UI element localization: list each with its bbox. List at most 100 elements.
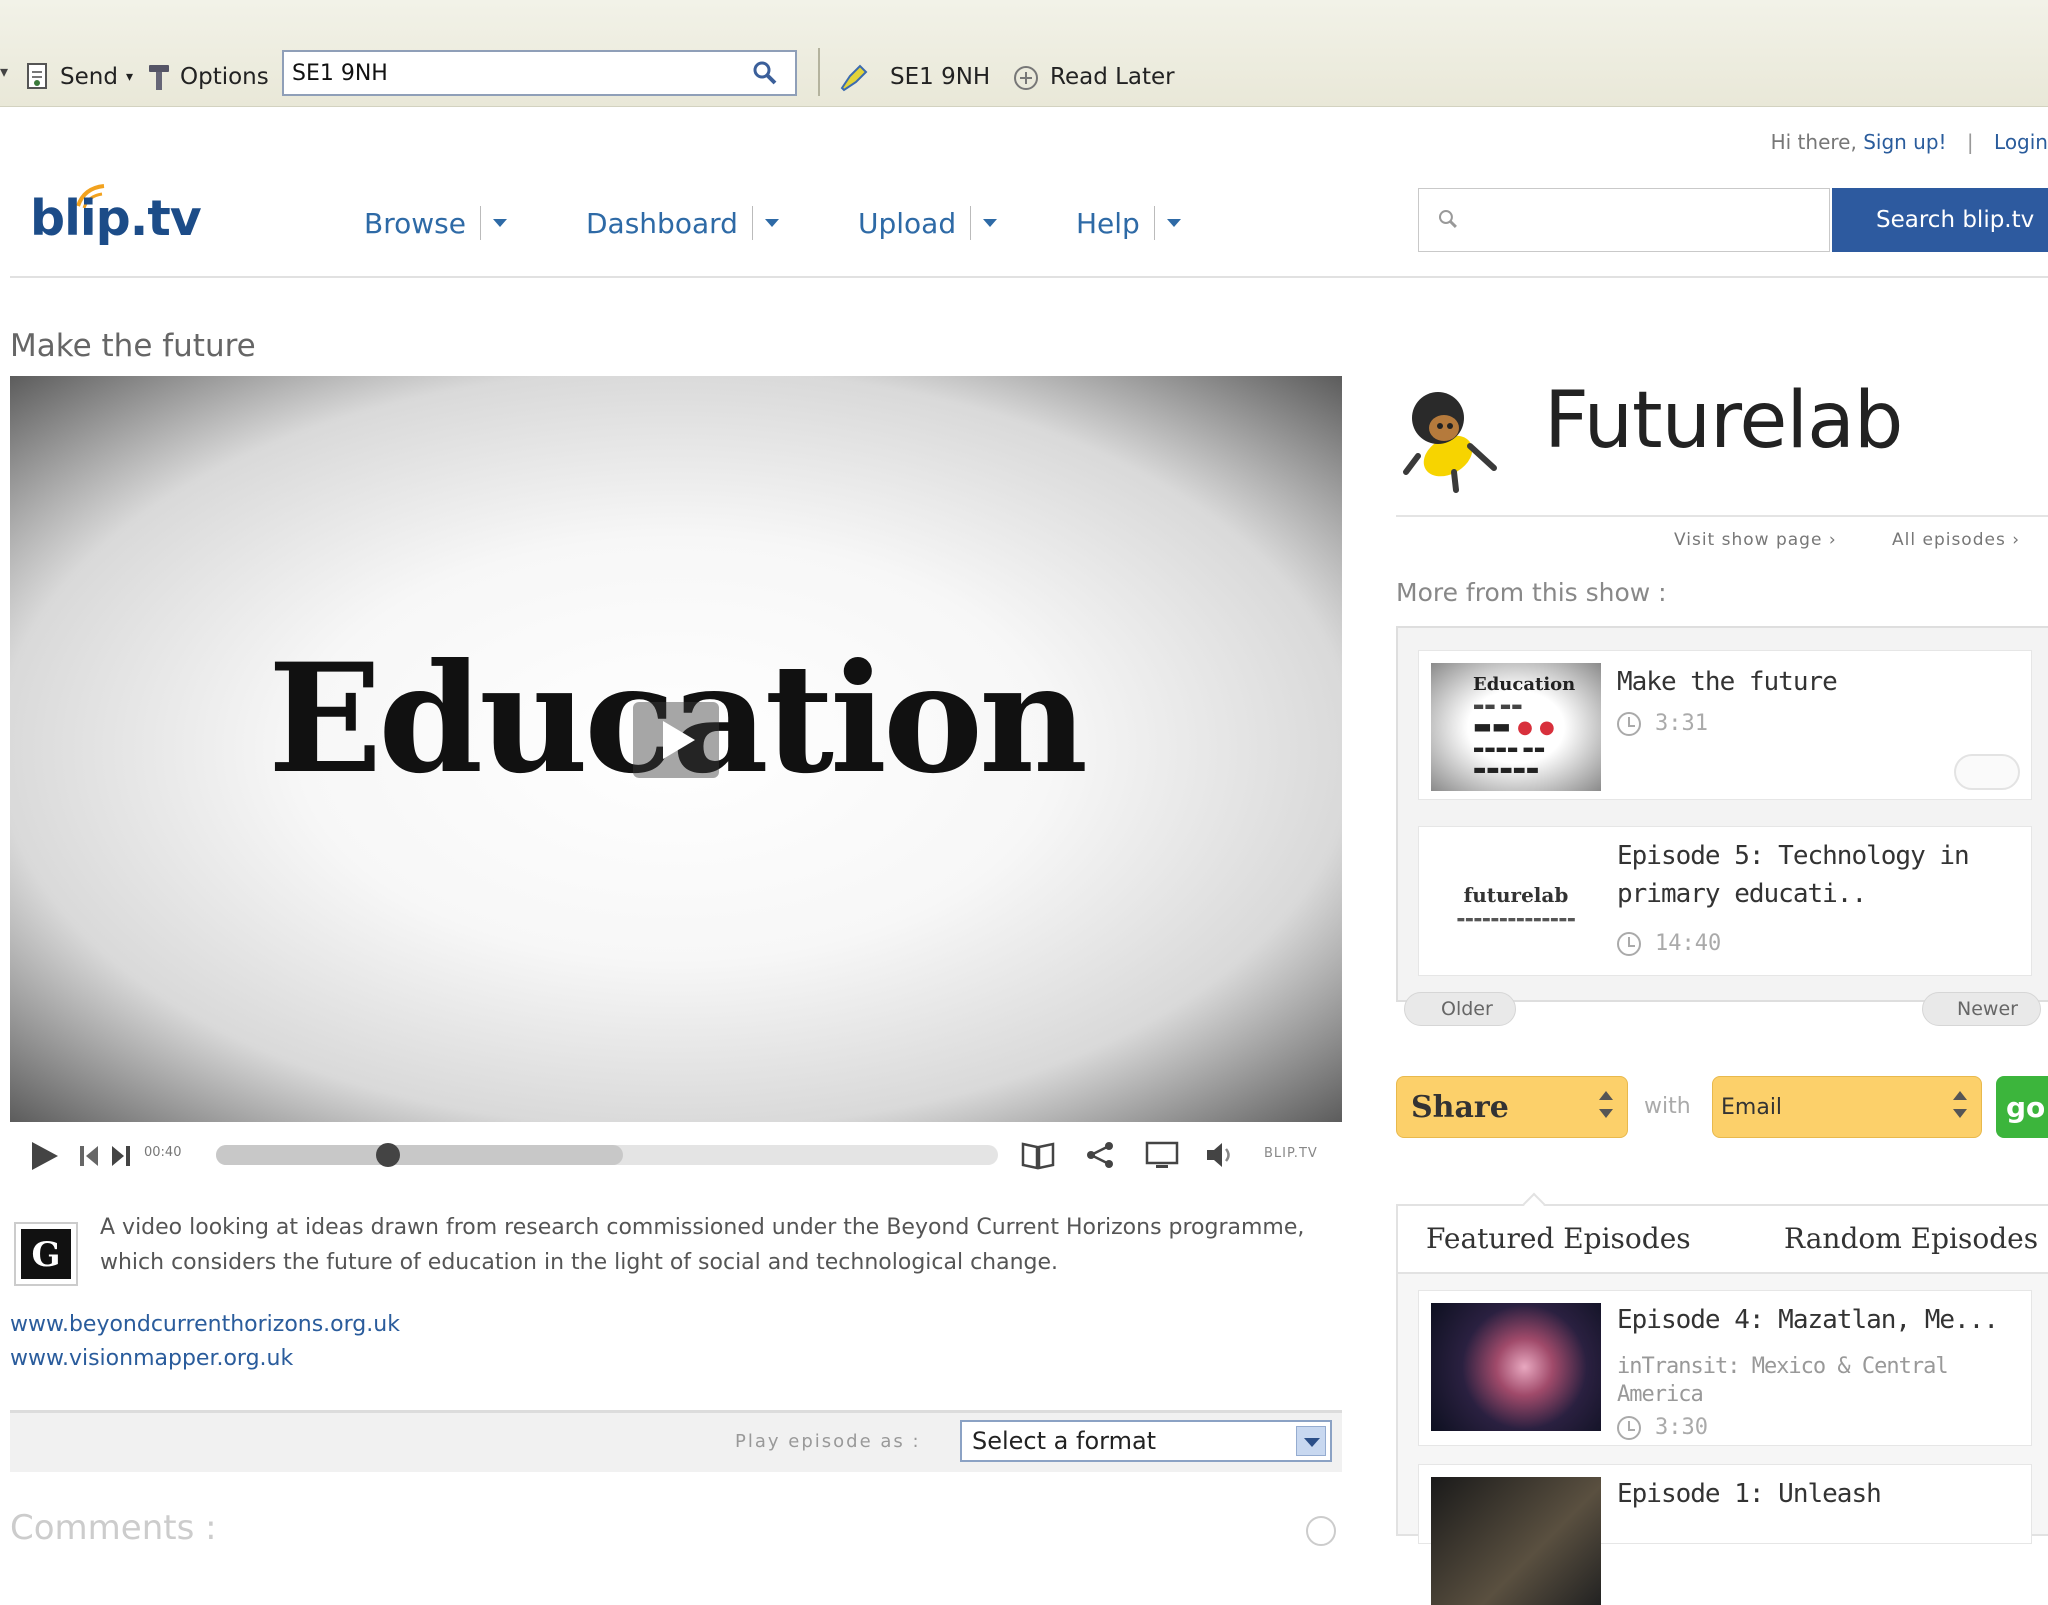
format-select-value: Select a format: [972, 1427, 1157, 1455]
progress-buffered: [216, 1145, 623, 1165]
toolbar-separator: [818, 48, 820, 96]
book-icon[interactable]: [1020, 1138, 1056, 1172]
episode-title[interactable]: Episode 4: Mazatlan, Me...: [1617, 1301, 2017, 1339]
share-icon[interactable]: [1083, 1138, 1117, 1172]
chevron-down-icon[interactable]: [764, 219, 779, 227]
share-method-select[interactable]: Email: [1712, 1076, 1982, 1138]
nav-browse-label: Browse: [364, 206, 466, 240]
comments-heading: Comments :: [10, 1508, 217, 1548]
nav-help[interactable]: Help: [1076, 206, 1181, 240]
signup-link[interactable]: Sign up!: [1863, 130, 1946, 154]
toolbar-search-box[interactable]: [282, 50, 797, 96]
share-select-value: Share: [1411, 1089, 1509, 1125]
channel-avatar[interactable]: G: [14, 1222, 78, 1286]
location-text: SE1 9NH: [890, 64, 991, 90]
login-link[interactable]: Login: [1994, 130, 2048, 154]
browser-toolbar: ▾ Send ▾ Options SE1 9NH SE1 9NH Read La…: [0, 0, 2048, 107]
tab-featured-episodes[interactable]: Featured Episodes: [1426, 1222, 1691, 1255]
all-episodes-link[interactable]: All episodes ›: [1892, 530, 2020, 550]
episode-duration-value: 3:30: [1655, 1415, 1708, 1440]
volume-icon[interactable]: [1204, 1138, 1240, 1172]
chevron-down-icon[interactable]: [1296, 1426, 1326, 1456]
video-progress-bar[interactable]: [216, 1143, 998, 1167]
thumbnail-text: futurelab: [1463, 883, 1569, 907]
account-separator: |: [1966, 130, 1974, 154]
read-later-button[interactable]: Read Later: [1010, 62, 1175, 92]
go-button[interactable]: go!: [1996, 1076, 2048, 1138]
player-brand[interactable]: BLIP.TV: [1264, 1146, 1318, 1161]
chevron-down-icon[interactable]: [1166, 219, 1181, 227]
read-later-label: Read Later: [1050, 64, 1175, 90]
nav-upload-label: Upload: [858, 206, 957, 240]
episode-show-name[interactable]: inTransit: Mexico & Central America: [1617, 1353, 2017, 1409]
highlighter-icon: [840, 64, 868, 92]
older-button[interactable]: Older: [1404, 992, 1516, 1026]
nav-upload[interactable]: Upload: [858, 206, 998, 240]
episode-card[interactable]: Education ▬▬ ▬▬ ▬▬ ● ● ▬▬▬▬ ▬▬ ▬▬▬▬▬ Mak…: [1418, 650, 2032, 800]
location-button[interactable]: SE1 9NH: [838, 62, 990, 92]
visit-show-page-link[interactable]: Visit show page ›: [1674, 530, 1837, 550]
read-later-icon: [1014, 66, 1038, 90]
episode-title[interactable]: Make the future: [1617, 663, 1838, 701]
video-player[interactable]: Education: [10, 376, 1342, 1122]
options-button[interactable]: Options: [146, 62, 269, 92]
chevron-down-icon[interactable]: [983, 219, 998, 227]
newer-label: Newer: [1957, 998, 2018, 1020]
nav-dashboard-label: Dashboard: [586, 206, 738, 240]
episode-card[interactable]: futurelab ▬▬▬▬▬▬▬▬▬▬▬▬▬▬ Episode 5: Tech…: [1418, 826, 2032, 976]
show-mascot-logo: [1403, 392, 1497, 493]
site-search-input[interactable]: [1470, 192, 1829, 248]
previous-icon[interactable]: [78, 1144, 100, 1168]
nav-help-label: Help: [1076, 206, 1140, 240]
options-icon: [149, 65, 169, 90]
play-icon[interactable]: [26, 1138, 62, 1174]
nav-browse[interactable]: Browse: [364, 206, 507, 240]
episode-thumbnail[interactable]: [1431, 1303, 1601, 1431]
link-visionmapper[interactable]: www.visionmapper.org.uk: [10, 1346, 293, 1371]
rss-icon[interactable]: [1306, 1516, 1336, 1546]
thumbnail-text: Education: [1473, 674, 1576, 695]
send-button[interactable]: Send ▾: [24, 62, 133, 92]
episode-duration: 14:40: [1617, 931, 1721, 956]
link-beyond-current-horizons[interactable]: www.beyondcurrenthorizons.org.uk: [10, 1312, 400, 1337]
search-icon[interactable]: [750, 58, 780, 88]
greeting-text: Hi there,: [1770, 130, 1857, 154]
progress-handle[interactable]: [376, 1143, 401, 1167]
featured-episode-card[interactable]: Episode 1: Unleash: [1418, 1464, 2032, 1605]
older-label: Older: [1441, 998, 1493, 1020]
video-description: A video looking at ideas drawn from rese…: [100, 1215, 1305, 1275]
format-select[interactable]: Select a format: [960, 1420, 1332, 1462]
toolbar-dropdown-caret[interactable]: ▾: [0, 62, 8, 81]
options-label: Options: [180, 64, 269, 90]
nav-dashboard[interactable]: Dashboard: [586, 206, 779, 240]
episode-duration-value: 14:40: [1655, 931, 1722, 956]
show-divider: [1396, 515, 2048, 517]
search-icon: [1438, 210, 1457, 229]
toolbar-search-input[interactable]: [284, 53, 744, 93]
tab-random-episodes[interactable]: Random Episodes: [1784, 1222, 2038, 1255]
show-title[interactable]: Futurelab: [1544, 376, 1903, 466]
clock-icon: [1617, 1415, 1641, 1440]
featured-episode-card[interactable]: Episode 4: Mazatlan, Me... inTransit: Me…: [1418, 1290, 2032, 1446]
search-button[interactable]: Search blip.tv: [1832, 188, 2048, 252]
episode-duration: 3:31: [1617, 711, 1708, 736]
fullscreen-icon[interactable]: [1144, 1138, 1180, 1172]
episode-title[interactable]: Episode 5: Technology in primary educati…: [1617, 837, 2017, 913]
episode-duration: 3:30: [1617, 1415, 1708, 1440]
episode-thumbnail[interactable]: [1431, 1477, 1601, 1605]
episode-thumbnail[interactable]: futurelab ▬▬▬▬▬▬▬▬▬▬▬▬▬▬: [1431, 839, 1601, 967]
share-select[interactable]: Share: [1396, 1076, 1628, 1138]
chevron-down-icon[interactable]: [492, 219, 507, 227]
next-icon[interactable]: [110, 1144, 132, 1168]
episode-title[interactable]: Episode 1: Unleash: [1617, 1475, 1882, 1513]
site-logo[interactable]: blip.tv: [30, 190, 202, 247]
video-time: 00:40: [144, 1145, 182, 1160]
send-label: Send: [60, 64, 118, 90]
watch-eye-icon[interactable]: [1954, 754, 2020, 790]
episode-thumbnail[interactable]: Education ▬▬ ▬▬ ▬▬ ● ● ▬▬▬▬ ▬▬ ▬▬▬▬▬: [1431, 663, 1601, 791]
share-with-label: with: [1644, 1094, 1691, 1119]
site-search-box[interactable]: [1418, 188, 1830, 252]
newer-button[interactable]: Newer: [1922, 992, 2041, 1026]
play-overlay-button[interactable]: [633, 702, 719, 778]
clock-icon: [1617, 931, 1641, 956]
